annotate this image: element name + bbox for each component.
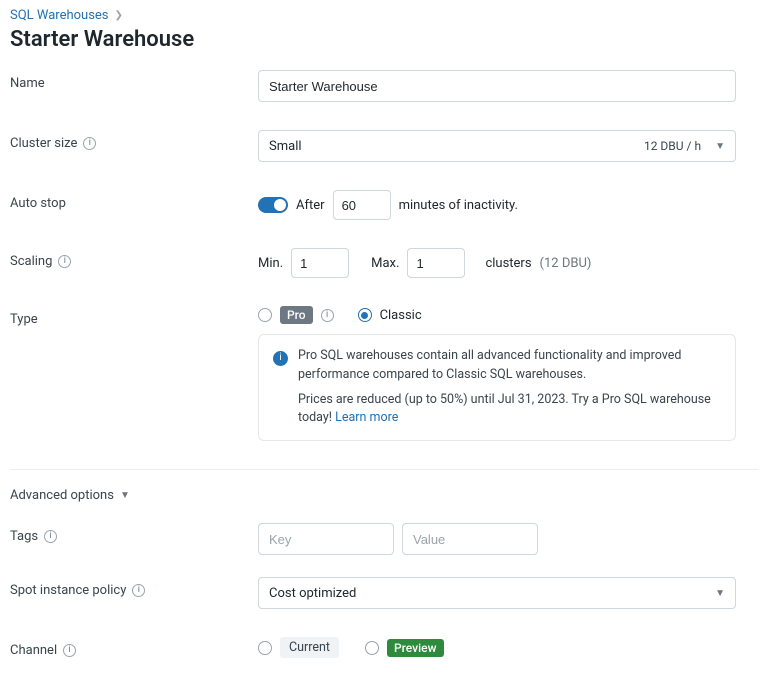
type-label: Type <box>10 312 38 327</box>
channel-current-radio[interactable] <box>258 641 272 655</box>
type-info-box: i Pro SQL warehouses contain all advance… <box>258 334 736 441</box>
info-icon[interactable]: i <box>83 137 96 150</box>
auto-stop-toggle[interactable] <box>258 197 288 213</box>
tag-key-input[interactable] <box>258 523 394 555</box>
channel-current-label: Current <box>280 637 339 658</box>
cluster-size-select[interactable]: Small 12 DBU / h ▼ <box>258 130 736 162</box>
spot-policy-select[interactable]: Cost optimized ▼ <box>258 577 736 609</box>
spot-policy-value: Cost optimized <box>269 586 356 601</box>
type-pro-radio[interactable] <box>258 308 272 322</box>
auto-stop-minutes-input[interactable] <box>333 190 391 220</box>
breadcrumb: SQL Warehouses ❯ <box>10 8 759 23</box>
auto-stop-after-label: After <box>296 198 325 213</box>
chevron-right-icon: ❯ <box>115 10 123 21</box>
tag-value-input[interactable] <box>402 523 538 555</box>
page-title: Starter Warehouse <box>10 27 759 52</box>
cluster-size-value: Small <box>269 139 302 154</box>
scaling-clusters-label: clusters <box>485 256 531 271</box>
breadcrumb-parent-link[interactable]: SQL Warehouses <box>10 8 109 23</box>
type-classic-radio[interactable] <box>358 308 372 322</box>
scaling-min-label: Min. <box>258 256 283 271</box>
cluster-size-cost: 12 DBU / h <box>644 139 701 153</box>
advanced-options-label: Advanced options <box>10 488 114 503</box>
type-info-line1: Pro SQL warehouses contain all advanced … <box>298 347 721 385</box>
info-icon[interactable]: i <box>58 255 71 268</box>
info-icon[interactable]: i <box>44 530 57 543</box>
auto-stop-label: Auto stop <box>10 196 66 211</box>
scaling-max-input[interactable] <box>407 248 465 278</box>
type-pro-badge: Pro <box>280 306 313 324</box>
info-icon[interactable]: i <box>63 644 76 657</box>
type-classic-label: Classic <box>380 308 422 323</box>
channel-label: Channel <box>10 643 57 658</box>
divider <box>10 469 759 470</box>
info-icon[interactable]: i <box>132 584 145 597</box>
chevron-down-icon: ▼ <box>715 141 725 152</box>
name-label: Name <box>10 76 45 91</box>
info-filled-icon: i <box>273 351 288 366</box>
tags-label: Tags <box>10 529 38 544</box>
channel-preview-radio[interactable] <box>365 641 379 655</box>
spot-policy-label: Spot instance policy <box>10 583 126 598</box>
scaling-dbu-hint: (12 DBU) <box>540 256 592 271</box>
scaling-min-input[interactable] <box>291 248 349 278</box>
scaling-max-label: Max. <box>371 256 399 271</box>
scaling-label: Scaling <box>10 254 52 269</box>
info-icon[interactable]: i <box>321 309 334 322</box>
learn-more-link[interactable]: Learn more <box>335 410 398 425</box>
channel-preview-badge: Preview <box>387 639 444 657</box>
name-input[interactable] <box>258 70 736 102</box>
cluster-size-label: Cluster size <box>10 136 77 151</box>
chevron-down-icon: ▼ <box>715 588 725 599</box>
advanced-options-toggle[interactable]: Advanced options ▼ <box>10 488 130 503</box>
auto-stop-suffix: minutes of inactivity. <box>399 198 518 213</box>
chevron-down-icon: ▼ <box>120 490 130 501</box>
